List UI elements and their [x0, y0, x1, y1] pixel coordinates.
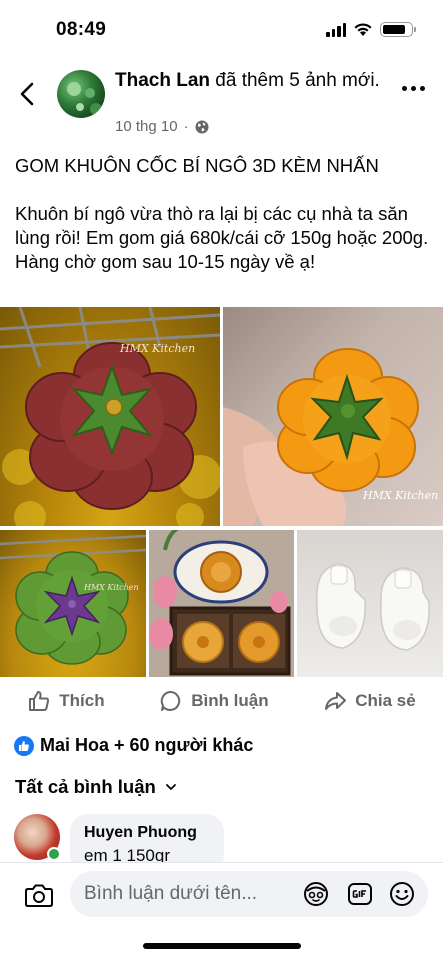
more-options-icon[interactable]	[402, 86, 425, 91]
like-label: Thích	[59, 691, 105, 710]
back-arrow-icon[interactable]	[14, 78, 42, 110]
chevron-down-icon	[165, 784, 176, 790]
commenter-avatar[interactable]	[14, 814, 61, 861]
pumpkin-mold-green-image: HMX Kitchen	[0, 534, 146, 665]
camera-icon[interactable]	[24, 881, 54, 909]
pumpkin-mold-maroon-image: HMX Kitchen	[0, 307, 220, 526]
photo-1[interactable]: HMX Kitchen	[0, 307, 220, 526]
share-label: Chia sẻ	[355, 691, 416, 710]
comment-item: Huyen Phuong em 1 150gr	[14, 812, 434, 862]
battery-icon	[380, 22, 416, 37]
photo-2[interactable]: HMX Kitchen	[223, 307, 443, 526]
post-text-line: Hàng chờ gom sau 10-15 ngày về ạ!	[15, 251, 316, 272]
post-header: Thach Lan đã thêm 5 ảnh mới. 10 thg 10 ·	[0, 62, 443, 142]
post-text-line: GOM KHUÔN CỐC BÍ NGÔ 3D KÈM NHẤN	[15, 155, 379, 176]
share-arrow-icon	[325, 692, 347, 710]
status-time: 08:49	[56, 19, 107, 40]
post-action-bar: Thích Bình luận Chia sẻ	[0, 680, 443, 722]
comment-composer-bar: Bình luận dưới tên...	[0, 862, 443, 960]
comment-sort-label: Tất cả bình luận	[15, 776, 156, 797]
like-button[interactable]: Thích	[27, 689, 105, 713]
comment-input[interactable]: Bình luận dưới tên...	[70, 871, 428, 917]
photo-watermark: HMX Kitchen	[362, 489, 438, 502]
avatar-sticker-icon[interactable]	[302, 880, 330, 908]
post-text-spacer	[15, 178, 433, 202]
battery-level	[383, 25, 405, 34]
reaction-summary[interactable]: Mai Hoa + 60 người khác	[14, 735, 253, 756]
status-icons	[326, 22, 416, 37]
comment-input-placeholder: Bình luận dưới tên...	[84, 883, 258, 904]
comment-bubble-icon	[160, 690, 181, 711]
online-status-indicator	[47, 847, 61, 861]
post-text-line: Khuôn bí ngô vừa thò ra lại bị các cụ nh…	[15, 203, 429, 248]
gif-icon[interactable]	[346, 880, 374, 908]
comment-button[interactable]: Bình luận	[159, 689, 269, 713]
post-action-text: đã thêm 5 ảnh mới.	[210, 70, 380, 91]
photo-grid: HMX Kitchen HMX Kitchen HMX Kitchen	[0, 307, 443, 677]
post-meta: 10 thg 10 ·	[115, 118, 209, 135]
comment-bubble[interactable]: Huyen Phuong em 1 150gr	[70, 814, 224, 862]
comment-text: em 1 150gr	[84, 846, 170, 862]
photo-watermark: HMX Kitchen	[83, 583, 139, 592]
emoji-icon[interactable]	[388, 880, 416, 908]
post-title: Thach Lan đã thêm 5 ảnh mới.	[115, 69, 385, 93]
reaction-summary-text: Mai Hoa + 60 người khác	[40, 735, 254, 755]
white-mold-image	[316, 563, 430, 651]
photo-5[interactable]	[297, 530, 443, 677]
comment-author[interactable]: Huyen Phuong	[84, 824, 210, 842]
comment-label: Bình luận	[191, 691, 269, 710]
meta-separator: ·	[183, 118, 189, 135]
mooncake-tray-image	[149, 530, 294, 677]
author-avatar[interactable]	[57, 70, 105, 118]
status-bar: 08:49	[0, 0, 443, 56]
share-button[interactable]: Chia sẻ	[323, 689, 416, 713]
author-name[interactable]: Thach Lan	[115, 70, 210, 91]
globe-icon	[195, 120, 209, 133]
photo-watermark: HMX Kitchen	[119, 342, 195, 355]
post-text: GOM KHUÔN CỐC BÍ NGÔ 3D KÈM NHẤN Khuôn b…	[15, 154, 433, 274]
post-date[interactable]: 10 thg 10	[115, 118, 178, 135]
photo-4[interactable]	[149, 530, 294, 677]
pumpkin-mold-orange-image: HMX Kitchen	[223, 348, 438, 526]
comment-sort-dropdown[interactable]: Tất cả bình luận	[15, 776, 176, 798]
cellular-signal-icon	[326, 22, 346, 37]
like-reaction-icon	[14, 735, 34, 756]
photo-3[interactable]: HMX Kitchen	[0, 530, 146, 677]
wifi-icon	[354, 23, 372, 36]
thumbs-up-icon	[29, 691, 50, 711]
home-indicator[interactable]	[143, 943, 301, 949]
